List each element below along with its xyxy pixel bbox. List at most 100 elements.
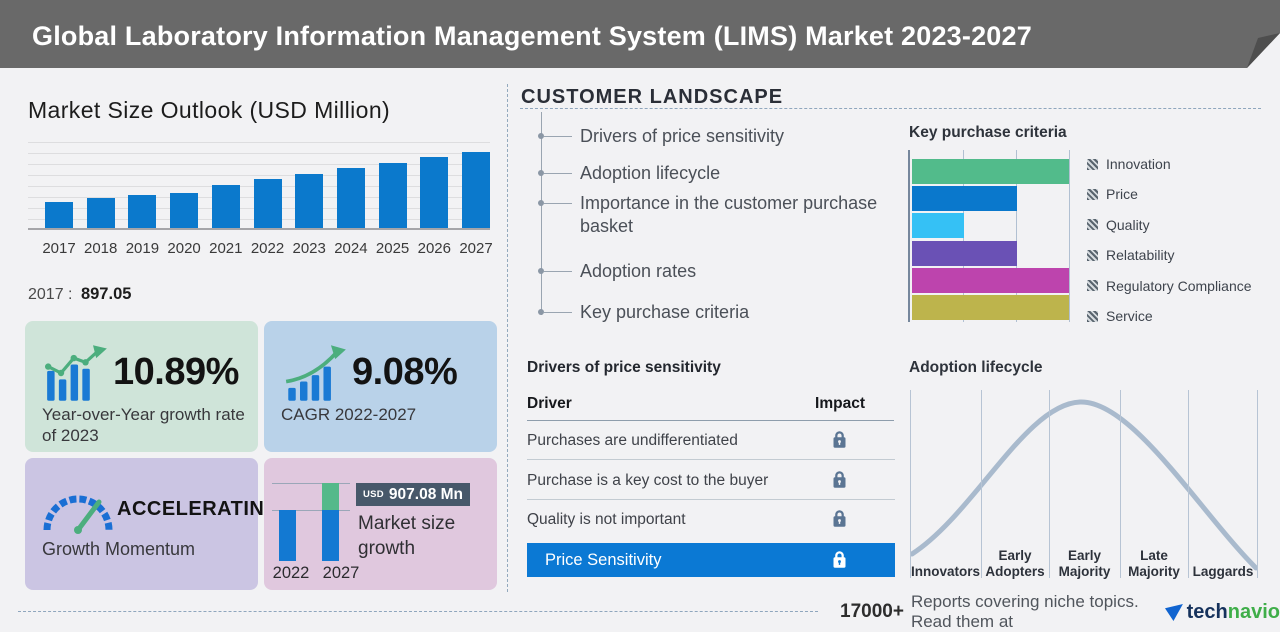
list-item: Adoption rates <box>580 260 890 283</box>
market-size-chart: 2017201820192020202120222023202420252026… <box>28 142 490 262</box>
yoy-label: Year-over-Year growth rate of 2023 <box>42 404 247 447</box>
stage-label-early-adopters: Early Adopters <box>981 538 1049 580</box>
cagr-value: 9.08% <box>352 351 457 394</box>
x-tick-label: 2017 <box>38 240 80 257</box>
highlight-label: Price Sensitivity <box>545 551 661 570</box>
growth-momentum-card: ACCELERATING Growth Momentum <box>25 458 258 590</box>
table-row: Purchase is a key cost to the buyer <box>527 461 895 500</box>
gridline <box>28 153 490 154</box>
report-count: 17000+ <box>840 601 904 623</box>
growth-mini-plot <box>272 483 350 561</box>
yoy-growth-card: 10.89% Year-over-Year growth rate of 202… <box>25 321 258 452</box>
list-tick-line <box>544 173 572 174</box>
stage-label-laggards: Laggards <box>1188 538 1258 580</box>
legend-label: Quality <box>1106 217 1150 233</box>
growth-bars-icon <box>45 345 109 401</box>
impact-lock <box>832 430 847 454</box>
price-sensitivity-highlight-row: Price Sensitivity <box>527 543 895 577</box>
market-size-growth-card: 2022 2027 USD 907.08 Mn Market size grow… <box>264 458 497 590</box>
bar-2017 <box>45 202 73 228</box>
base-year: 2017 <box>28 286 64 303</box>
legend-label: Innovation <box>1106 156 1171 172</box>
hatch-swatch-icon <box>1087 219 1098 230</box>
stage-label-early-majority: Early Majority <box>1049 538 1120 580</box>
bar-2018 <box>87 198 115 228</box>
legend-item-Quality: Quality <box>1087 217 1150 233</box>
infographic-page: Global Laboratory Information Management… <box>0 0 1280 624</box>
bar-2019 <box>128 195 156 228</box>
drivers-title: Drivers of price sensitivity <box>527 359 721 377</box>
bar-2020 <box>170 193 198 228</box>
mini-bar-2027-base <box>322 510 339 561</box>
legend-label: Relatability <box>1106 247 1174 263</box>
kpc-title: Key purchase criteria <box>909 124 1067 142</box>
driver-label: Purchases are undifferentiated <box>527 432 738 450</box>
x-tick-label: 2022 <box>247 240 289 257</box>
x-tick-label: 2023 <box>288 240 330 257</box>
kpc-plot <box>908 150 1069 322</box>
column-header-driver: Driver <box>527 395 572 413</box>
cagr-curve-icon <box>284 345 348 401</box>
bar-2025 <box>379 163 407 228</box>
kpc-bar-Service <box>912 295 1069 320</box>
stage-label-late-majority: Late Majority <box>1120 538 1188 580</box>
mini-bar-2022 <box>279 510 296 561</box>
market-size-title: Market Size Outlook (USD Million) <box>28 97 390 124</box>
bar-2027 <box>462 152 490 228</box>
bar-2024 <box>337 168 365 228</box>
lock-icon <box>832 550 847 569</box>
legend-item-Price: Price <box>1087 186 1138 202</box>
hatch-swatch-icon <box>1087 250 1098 261</box>
impact-lock <box>832 470 847 494</box>
list-tick-line <box>544 203 572 204</box>
x-tick-label: 2025 <box>372 240 414 257</box>
list-tick-line <box>544 312 572 313</box>
table-row: Quality is not important <box>527 500 895 539</box>
growth-amount: 907.08 Mn <box>389 486 463 504</box>
footer: 17000+ Reports covering niche topics. Re… <box>840 600 1280 624</box>
cagr-label: CAGR 2022-2027 <box>281 404 486 425</box>
header-bar: Global Laboratory Information Management… <box>0 0 1280 68</box>
hatch-swatch-icon <box>1087 189 1098 200</box>
column-header-impact: Impact <box>812 395 868 413</box>
stage-label-innovators: Innovators <box>910 538 981 580</box>
yoy-value: 10.89% <box>113 351 239 394</box>
x-tick-label: 2027 <box>455 240 497 257</box>
hatch-swatch-icon <box>1087 159 1098 170</box>
momentum-label: Growth Momentum <box>42 538 247 561</box>
growth-amount-badge: USD 907.08 Mn <box>356 483 470 506</box>
x-tick-label: 2026 <box>413 240 455 257</box>
technavio-logo[interactable]: tech navio <box>1165 601 1280 624</box>
adoption-chart: InnovatorsEarly AdoptersEarly MajorityLa… <box>910 388 1258 584</box>
bar-2022 <box>254 179 282 228</box>
gridline <box>28 142 490 143</box>
list-item: Importance in the customer purchase bask… <box>580 192 890 238</box>
x-tick-label: 2019 <box>121 240 163 257</box>
currency-label: USD <box>363 489 384 500</box>
legend-item-Regulatory Compliance: Regulatory Compliance <box>1087 278 1252 294</box>
x-tick-label: 2021 <box>205 240 247 257</box>
footer-dashed-line <box>18 611 818 612</box>
lock-icon <box>832 509 847 528</box>
market-size-xlabels: 2017201820192020202120222023202420252026… <box>28 240 490 260</box>
legend-item-Relatability: Relatability <box>1087 247 1174 263</box>
speedometer-icon <box>39 484 115 536</box>
legend-item-Service: Service <box>1087 308 1153 324</box>
dashed-underline <box>520 108 1261 109</box>
kpc-bar-Price <box>912 186 1017 211</box>
x-tick-label: 2020 <box>163 240 205 257</box>
lock-icon <box>832 430 847 449</box>
footer-text: Reports covering niche topics. Read them… <box>911 592 1158 632</box>
list-item: Drivers of price sensitivity <box>580 125 890 148</box>
cagr-card: 9.08% CAGR 2022-2027 <box>264 321 497 452</box>
kpc-bar-Relatability <box>912 241 1017 266</box>
table-row: Purchases are undifferentiated <box>527 421 895 460</box>
lock-slot <box>832 550 847 574</box>
driver-label: Quality is not important <box>527 511 686 529</box>
base-year-stat: 2017 : 897.05 <box>28 285 131 304</box>
legend-item-Innovation: Innovation <box>1087 156 1171 172</box>
bar-2021 <box>212 185 240 228</box>
mini-year-end: 2027 <box>320 564 362 583</box>
x-tick-label: 2018 <box>80 240 122 257</box>
bar-2023 <box>295 174 323 228</box>
